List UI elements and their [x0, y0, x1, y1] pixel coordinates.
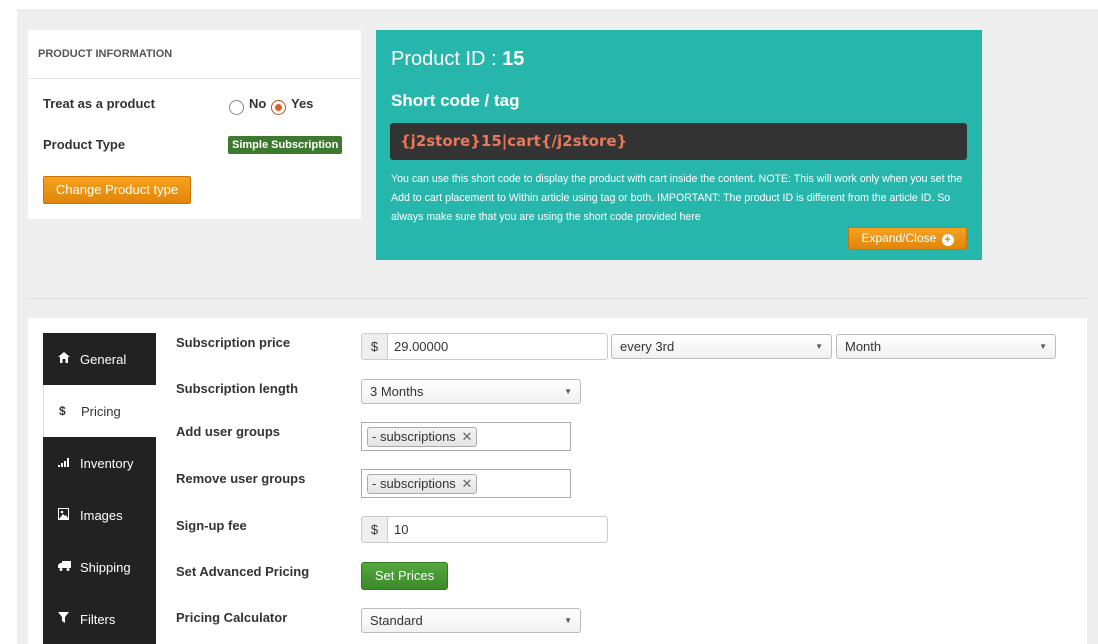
sidebar-item-shipping[interactable]: Shipping [43, 541, 156, 593]
currency-addon: $ [361, 516, 388, 543]
radio-no[interactable] [229, 100, 244, 115]
set-prices-button[interactable]: Set Prices [361, 562, 448, 590]
radio-yes[interactable] [271, 100, 286, 115]
sidebar-item-images[interactable]: Images [43, 489, 156, 541]
sidebar-item-label: Shipping [80, 559, 131, 575]
sidebar-item-inventory[interactable]: Inventory [43, 437, 156, 489]
billing-interval-value: every 3rd [620, 339, 675, 354]
expand-close-label: Expand/Close [861, 231, 937, 245]
treat-as-product-label: Treat as a product [43, 96, 155, 111]
sidebar-item-label: Filters [80, 611, 116, 627]
filter-icon [58, 612, 80, 626]
add-user-groups-field[interactable]: - subscriptions ✕ [361, 422, 571, 451]
truck-icon [58, 560, 80, 574]
product-type-label: Product Type [43, 137, 126, 152]
add-user-groups-label: Add user groups [176, 424, 281, 439]
pricing-calculator-value: Standard [370, 613, 423, 628]
plus-circle-icon: + [941, 234, 954, 246]
shortcode-note: You can use this short code to display t… [391, 173, 963, 223]
sidebar-item-label: Images [80, 507, 123, 523]
sidebar-item-filters[interactable]: Filters [43, 593, 156, 644]
user-group-tag-label: - subscriptions [372, 429, 456, 444]
shortcode-panel: Product ID : 15 Short code / tag {j2stor… [376, 30, 982, 260]
pricing-calculator-select[interactable]: Standard ▼ [361, 608, 581, 633]
shortcode-box[interactable]: {j2store}15|cart{/j2store} [390, 123, 967, 160]
remove-tag-icon[interactable]: ✕ [461, 429, 472, 444]
currency-addon: $ [361, 333, 388, 360]
billing-unit-value: Month [845, 339, 882, 354]
dollar-icon: $ [59, 404, 66, 418]
sidebar-item-general[interactable]: General [43, 333, 156, 385]
remove-tag-icon[interactable]: ✕ [461, 476, 472, 491]
product-id-heading: Product ID : 15 [391, 48, 524, 71]
product-type-badge: Simple Subscription [228, 136, 343, 154]
advanced-pricing-label: Set Advanced Pricing [176, 564, 310, 579]
image-icon [58, 507, 80, 523]
home-icon [58, 352, 80, 366]
chevron-down-icon: ▼ [815, 342, 823, 351]
sidebar-item-pricing[interactable]: $ Pricing [43, 385, 156, 437]
pricing-calculator-label: Pricing Calculator [176, 610, 288, 625]
section-divider [28, 298, 1087, 299]
signal-icon [58, 456, 80, 470]
sidebar-item-label: General [80, 351, 127, 367]
product-sidebar: General $ Pricing Inventory Images Shipp… [43, 333, 156, 644]
remove-user-groups-label: Remove user groups [176, 471, 306, 486]
product-id-value: 15 [502, 48, 525, 70]
expand-close-button[interactable]: Expand/Close + [848, 227, 967, 250]
billing-unit-select[interactable]: Month ▼ [836, 334, 1056, 359]
chevron-down-icon: ▼ [564, 387, 572, 396]
product-id-prefix: Product ID : [391, 48, 503, 70]
subscription-length-label: Subscription length [176, 381, 299, 396]
signup-fee-label: Sign-up fee [176, 518, 247, 533]
subscription-length-value: 3 Months [370, 384, 424, 399]
product-info-card: PRODUCT INFORMATION Treat as a product N… [28, 30, 361, 219]
shortcode-title: Short code / tag [391, 91, 520, 110]
change-product-type-button[interactable]: Change Product type [43, 176, 191, 204]
subscription-length-select[interactable]: 3 Months ▼ [361, 379, 581, 404]
billing-interval-select[interactable]: every 3rd ▼ [611, 334, 832, 359]
user-group-tag: - subscriptions ✕ [367, 427, 478, 447]
user-group-tag: - subscriptions ✕ [367, 474, 478, 494]
remove-user-groups-field[interactable]: - subscriptions ✕ [361, 469, 571, 498]
radio-no-label: No [249, 96, 267, 111]
chevron-down-icon: ▼ [1039, 342, 1047, 351]
subscription-price-label: Subscription price [176, 335, 291, 350]
user-group-tag-label: - subscriptions [372, 476, 456, 491]
signup-fee-input[interactable]: 10 [387, 516, 608, 543]
sidebar-item-label: Pricing [81, 403, 121, 419]
subscription-price-input[interactable]: 29.00000 [387, 333, 608, 360]
sidebar-item-label: Inventory [80, 455, 134, 471]
radio-yes-label: Yes [291, 96, 314, 111]
chevron-down-icon: ▼ [564, 616, 572, 625]
product-info-header: PRODUCT INFORMATION [28, 30, 361, 79]
